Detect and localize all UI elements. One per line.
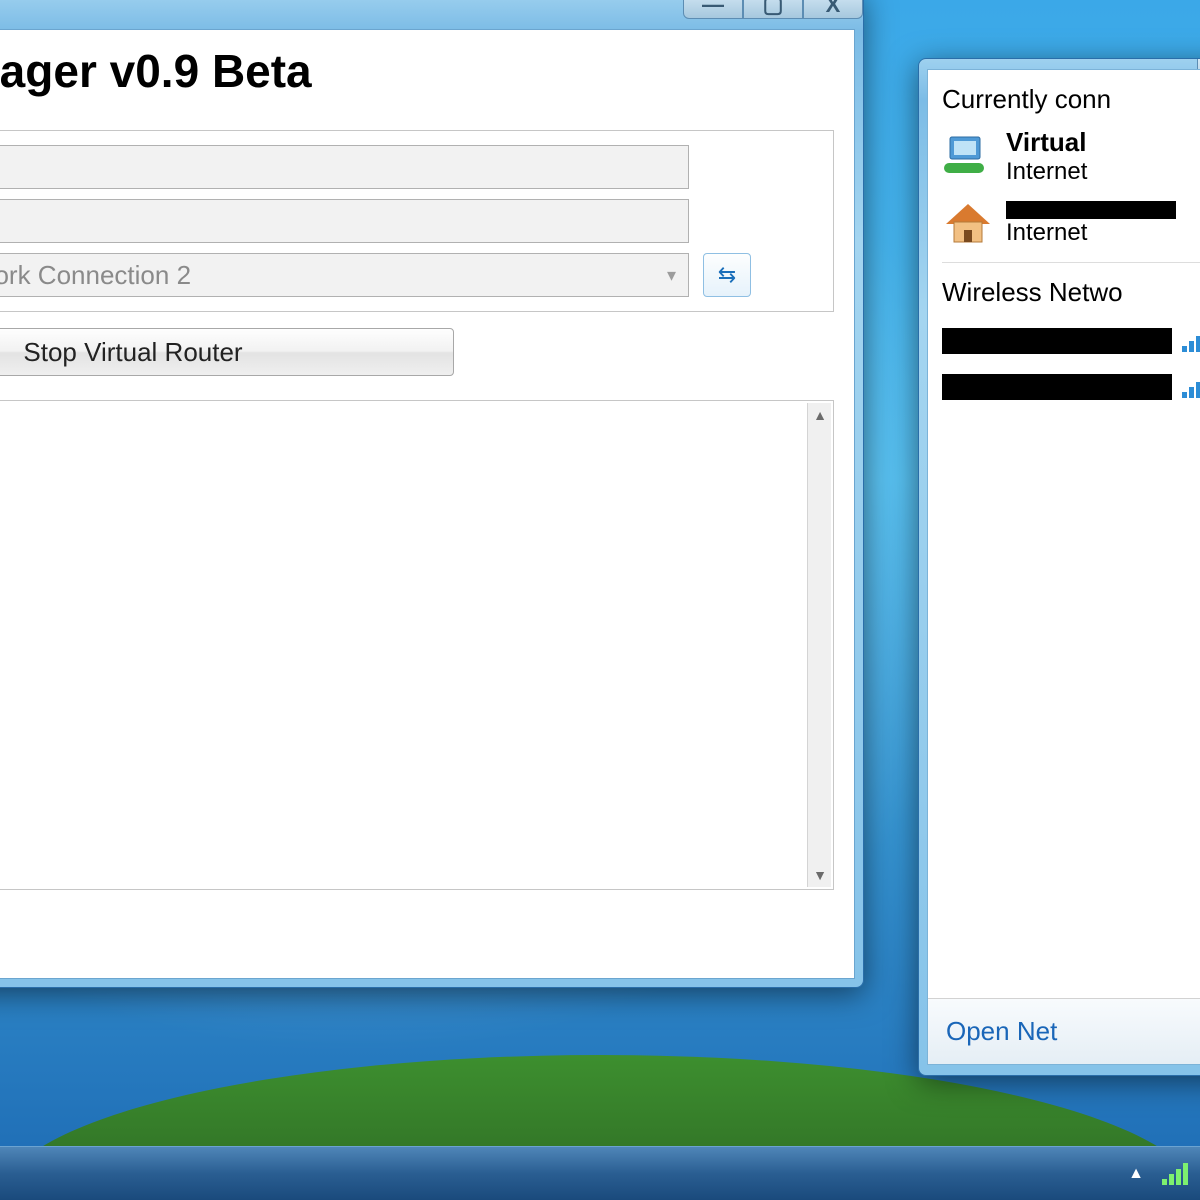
scroll-down-icon[interactable]: ▼ [808, 863, 832, 887]
settings-panel: irtualRouter hareWiFi Vireless Network C… [0, 130, 834, 312]
minimize-icon: — [702, 0, 724, 18]
shared-connection-value: Vireless Network Connection 2 [0, 260, 191, 291]
peer-mac: 00-8c [0, 533, 821, 561]
connected-peers-list: nome.net f0-f0 et 00-8c ▲ ▼ [0, 400, 834, 890]
signal-strength-icon [1182, 330, 1200, 352]
peer-host: nome.net [0, 419, 821, 453]
stop-button-label: Stop Virtual Router [23, 337, 242, 368]
open-network-center-link[interactable]: Open Net [928, 998, 1200, 1064]
network-adapter-icon [942, 133, 994, 181]
network-item[interactable]: Virtual Internet [942, 127, 1200, 186]
close-icon: X [826, 0, 841, 18]
flyout-header: Currently conn [942, 84, 1200, 115]
stop-virtual-router-button[interactable]: Stop Virtual Router [0, 328, 454, 376]
network-item[interactable]: Internet [942, 200, 1200, 248]
virtual-router-window: Beta — ▢ X uter Manager v0.9 Beta irtual… [0, 0, 864, 988]
close-button[interactable]: X [803, 0, 863, 19]
peers-scrollbar[interactable]: ▲ ▼ [807, 403, 831, 887]
scroll-up-icon[interactable]: ▲ [808, 403, 832, 427]
ssid-input[interactable]: irtualRouter [0, 145, 689, 189]
peer-item[interactable]: nome.net f0-f0 [0, 415, 833, 495]
flyout-client: Currently conn Virtual Internet Internet [927, 69, 1200, 1065]
network-item-sub: Internet [1006, 219, 1176, 247]
minimize-button[interactable]: — [683, 0, 743, 19]
network-item-sub: Internet [1006, 158, 1087, 186]
refresh-button[interactable]: ⇆ [703, 253, 751, 297]
wifi-network-row[interactable] [942, 328, 1200, 354]
taskbar: ▲ [0, 1146, 1200, 1200]
app-heading: uter Manager v0.9 Beta [0, 30, 854, 108]
peer-item[interactable]: et 00-8c [0, 495, 833, 575]
network-flyout-window: ▢ X Currently conn Virtual Internet [918, 58, 1200, 1076]
refresh-icon: ⇆ [718, 262, 736, 288]
peer-mac: f0-f0 [0, 453, 821, 481]
signal-strength-icon [1182, 376, 1200, 398]
tray-network-icon[interactable] [1162, 1163, 1188, 1185]
tray-overflow-arrow[interactable]: ▲ [1128, 1165, 1144, 1183]
peer-host: et [0, 499, 821, 533]
wireless-section-label: Wireless Netwo [942, 277, 1200, 308]
password-input[interactable]: hareWiFi [0, 199, 689, 243]
shared-connection-dropdown[interactable]: Vireless Network Connection 2 [0, 253, 689, 297]
maximize-icon: ▢ [763, 0, 784, 18]
redacted-ssid [942, 328, 1172, 354]
divider [942, 262, 1200, 263]
network-item-name: Virtual [1006, 127, 1087, 158]
window-client: uter Manager v0.9 Beta irtualRouter hare… [0, 29, 855, 979]
network-item-name [1006, 201, 1176, 219]
redacted-ssid [942, 374, 1172, 400]
maximize-button[interactable]: ▢ [743, 0, 803, 19]
open-network-label: Open Net [946, 1016, 1057, 1047]
home-network-icon [942, 200, 994, 248]
wifi-network-row[interactable] [942, 374, 1200, 400]
